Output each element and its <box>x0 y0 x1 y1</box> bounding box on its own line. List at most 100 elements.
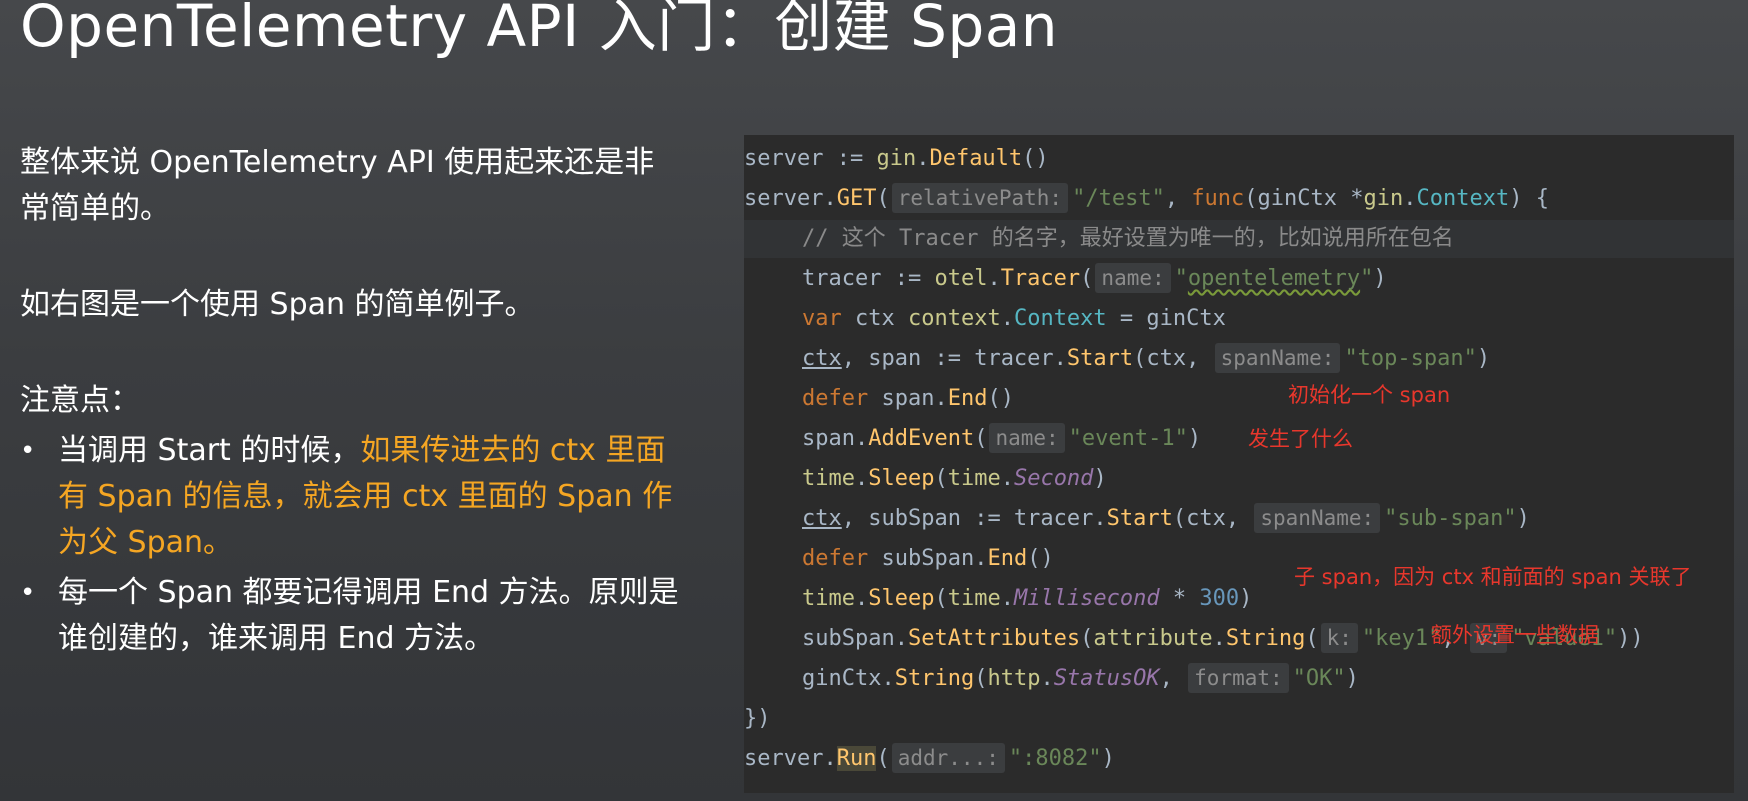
code-token: () <box>1027 546 1054 571</box>
code-token: func <box>1191 186 1245 211</box>
notes-list: • 当调用 Start 的时候，如果传进去的 ctx 里面有 Span 的信息，… <box>20 428 680 662</box>
code-line: var ctx context.Context = ginCtx <box>744 300 1734 338</box>
code-token: Context <box>1013 306 1107 331</box>
code-token: Context <box>1416 186 1510 211</box>
code-token: . <box>987 266 1001 291</box>
code-token: AddEvent <box>868 426 975 451</box>
parameter-hint: name: <box>989 423 1065 453</box>
code-comment: // 这个 Tracer 的名字，最好设置为唯一的，比如说用所在包名 <box>802 226 1454 251</box>
code-token: Sleep <box>868 586 935 611</box>
code-token: otel <box>934 266 988 291</box>
code-token: ) <box>1093 466 1107 491</box>
code-token: time <box>802 466 855 491</box>
annotation-what-happened: 发生了什么 <box>1248 427 1353 451</box>
code-token: ( <box>1305 626 1319 651</box>
code-token: )) <box>1617 626 1644 651</box>
code-token: http <box>987 666 1041 691</box>
code-token: ctx <box>802 346 842 371</box>
code-token: ) <box>1187 426 1202 451</box>
code-token: Start <box>1066 346 1134 371</box>
code-token: context <box>907 306 1001 331</box>
code-token: gin <box>876 146 917 171</box>
code-editor[interactable]: server := gin.Default() server.GET(relat… <box>744 135 1734 793</box>
code-token: attribute <box>1093 626 1213 651</box>
code-token: ) <box>1373 266 1387 291</box>
code-token: ( <box>1080 626 1094 651</box>
code-token: ) <box>1476 346 1491 371</box>
code-token: ( <box>1080 266 1094 291</box>
code-token: End <box>987 546 1028 571</box>
code-token: (ginCtx * <box>1244 186 1364 211</box>
code-token: "OK" <box>1292 666 1346 691</box>
code-token: "/test" <box>1072 186 1165 211</box>
code-token: server := <box>744 146 877 171</box>
code-token: server. <box>744 186 837 211</box>
code-token: " <box>1174 266 1188 291</box>
code-token: ( <box>876 746 890 771</box>
code-line: span.AddEvent(name: "event-1") <box>744 420 1734 458</box>
code-line: server.Run(addr...: ":8082") <box>744 740 1734 778</box>
code-token: Sleep <box>868 466 935 491</box>
code-token: String <box>1225 626 1306 651</box>
annotation-sub-span: 子 span，因为 ctx 和前面的 span 关联了 <box>1294 565 1692 589</box>
code-token: ) <box>1516 506 1530 531</box>
code-token: , <box>1159 666 1187 691</box>
code-token: subSpan. <box>802 626 908 651</box>
code-token: , subSpan := tracer. <box>841 506 1107 531</box>
code-token: GET <box>836 186 877 211</box>
code-token: ( <box>934 586 948 611</box>
code-token: , <box>1164 186 1192 211</box>
code-token: , span := tracer. <box>841 346 1067 371</box>
code-token: Second <box>1013 466 1094 491</box>
code-token: . <box>1212 626 1226 651</box>
code-token: ( <box>876 186 890 211</box>
code-line: ctx, span := tracer.Start(ctx, spanName:… <box>744 340 1734 378</box>
code-token: String <box>894 666 975 691</box>
code-token: "sub-span" <box>1384 506 1517 531</box>
code-token: opentelemetry <box>1187 266 1361 291</box>
bullet-text: 每一个 Span 都要记得调用 End 方法。原则是谁创建的，谁来调用 End … <box>58 575 679 656</box>
code-token: ( <box>934 466 948 491</box>
code-token: End <box>947 386 988 411</box>
list-item: • 当调用 Start 的时候，如果传进去的 ctx 里面有 Span 的信息，… <box>20 428 680 566</box>
code-token: . <box>1000 586 1014 611</box>
code-token: . <box>1403 186 1417 211</box>
code-token: tracer := <box>802 266 935 291</box>
code-token: Millisecond <box>1013 586 1160 611</box>
code-token: span. <box>802 426 869 451</box>
parameter-hint: k: <box>1320 623 1358 653</box>
code-token: ) <box>1101 746 1115 771</box>
code-token: "event-1" <box>1068 426 1188 451</box>
parameter-hint: relativePath: <box>891 183 1069 213</box>
example-paragraph: 如右图是一个使用 Span 的简单例子。 <box>20 287 535 322</box>
code-token: }) <box>744 706 771 731</box>
code-token: ":8082" <box>1008 746 1102 771</box>
code-line: tracer := otel.Tracer(name: "opentelemetr… <box>744 260 1734 298</box>
code-token: server. <box>744 746 837 771</box>
code-token: ( <box>974 666 988 691</box>
code-line: defer span.End() <box>744 380 1734 418</box>
code-token: subSpan. <box>868 546 988 571</box>
code-token: time <box>947 466 1001 491</box>
code-token: . <box>1040 666 1054 691</box>
notes-heading: 注意点： <box>20 383 140 418</box>
slide-title: OpenTelemetry API 入门：创建 Span <box>20 0 1059 60</box>
code-token: StatusOK <box>1053 666 1160 691</box>
code-token: () <box>1022 146 1049 171</box>
code-line: server := gin.Default() <box>744 140 1734 178</box>
code-token: ) <box>1239 586 1253 611</box>
bullet-dot-icon: • <box>20 436 36 466</box>
code-token: . <box>916 146 930 171</box>
code-token: " <box>1360 266 1374 291</box>
code-token: time <box>947 586 1001 611</box>
code-token: (ctx, <box>1172 506 1253 531</box>
code-token: . <box>854 586 869 611</box>
annotation-init-span: 初始化一个 span <box>1288 383 1451 407</box>
code-line-current: // 这个 Tracer 的名字，最好设置为唯一的，比如说用所在包名 <box>744 220 1734 258</box>
code-token: ctx <box>841 306 908 331</box>
code-token: "key1" <box>1361 626 1442 651</box>
intro-paragraph: 整体来说 OpenTelemetry API 使用起来还是非常简单的。 <box>20 145 655 226</box>
code-token: defer <box>802 546 869 571</box>
code-line: server.GET(relativePath: "/test", func(gi… <box>744 180 1734 218</box>
explanation-text: 整体来说 OpenTelemetry API 使用起来还是非常简单的。 如右图是… <box>20 140 680 666</box>
